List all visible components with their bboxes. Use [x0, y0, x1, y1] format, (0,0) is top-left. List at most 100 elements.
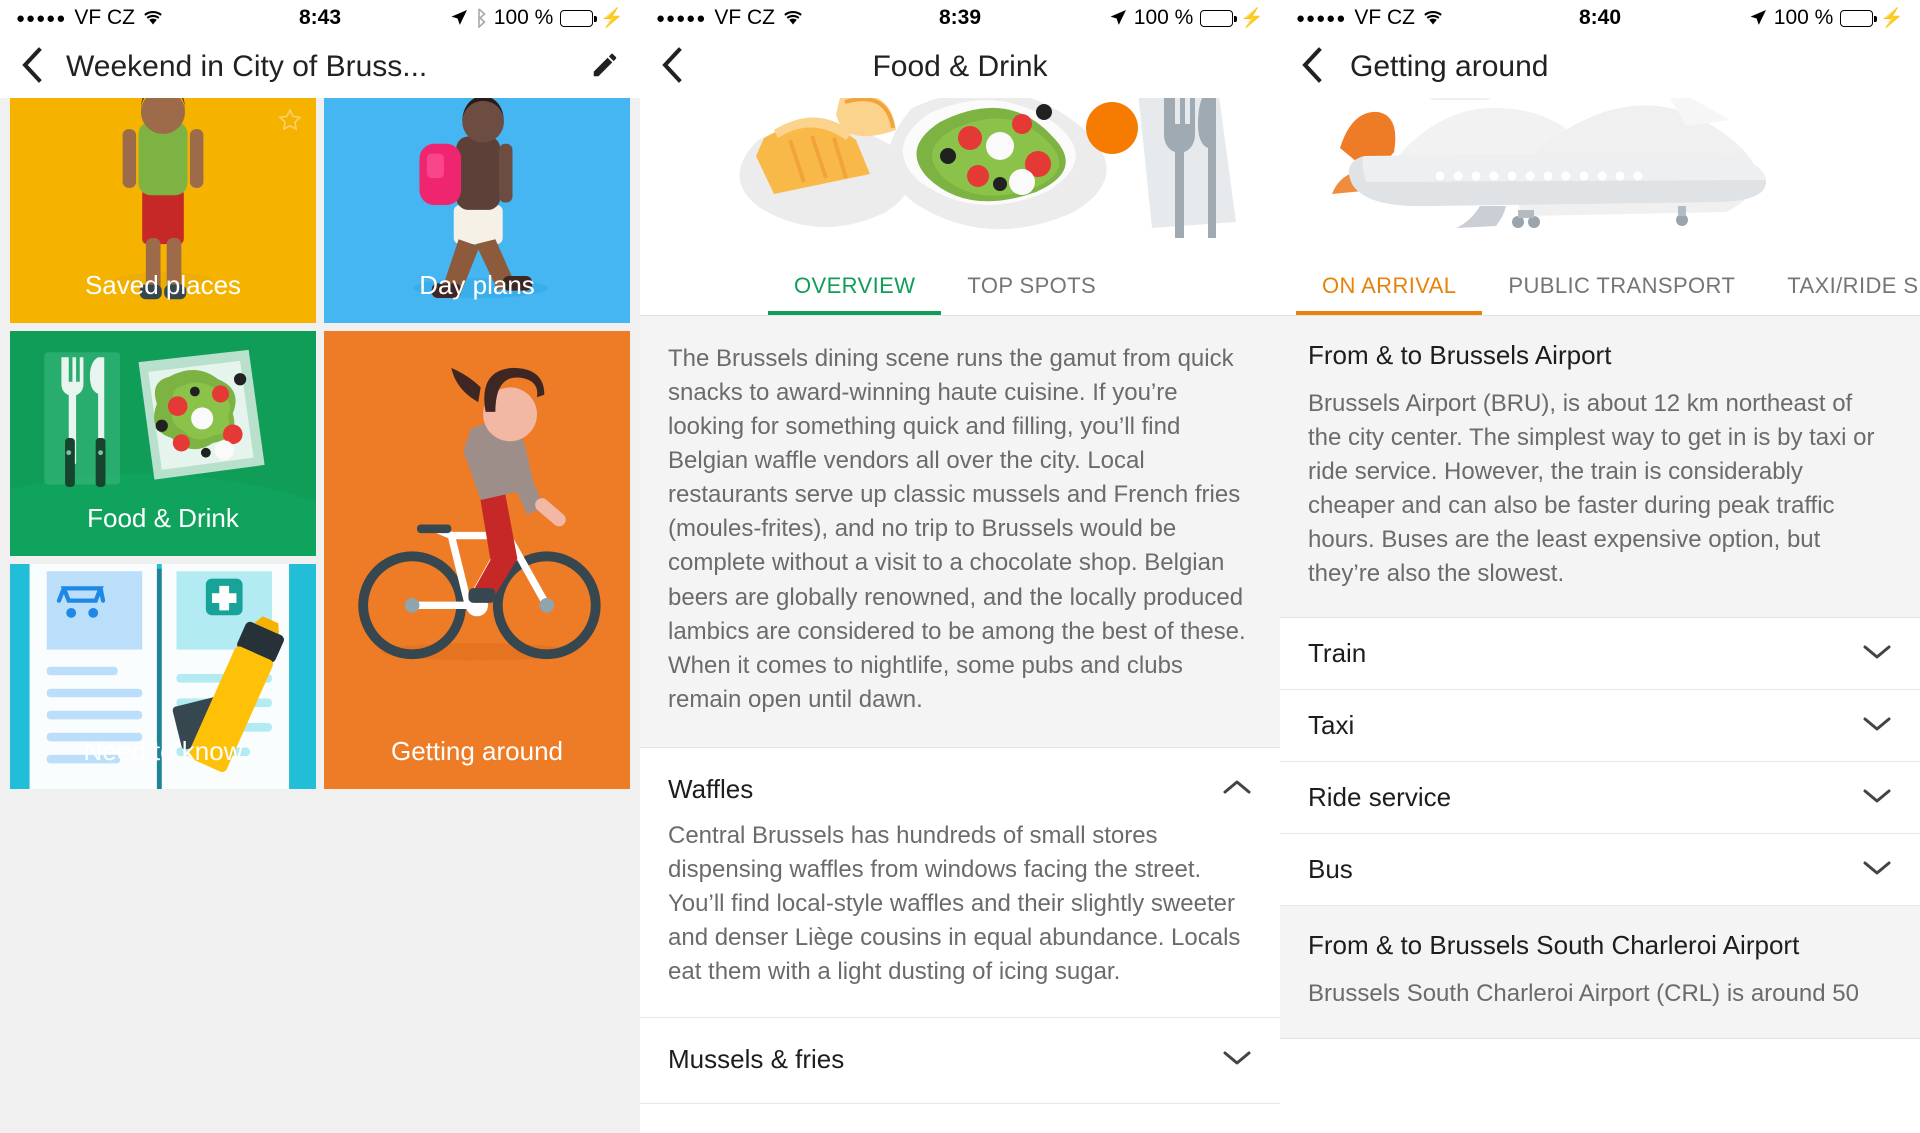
wifi-icon: [1423, 10, 1443, 26]
battery-icon: [560, 9, 597, 27]
tile-label: Saved places: [84, 270, 242, 300]
tab-bar[interactable]: ON ARRIVAL PUBLIC TRANSPORT TAXI/RIDE SE: [1280, 258, 1920, 316]
back-button[interactable]: [1280, 36, 1342, 98]
edit-button[interactable]: [570, 36, 640, 98]
phone-screen-trip-overview: ●●●●● VF CZ 8:43 100 % ⚡ Weekend in City…: [0, 0, 640, 1133]
list-item-label: Train: [1308, 638, 1367, 669]
tab-public-transport[interactable]: PUBLIC TRANSPORT: [1482, 258, 1761, 315]
status-left: ●●●●● VF CZ: [16, 6, 163, 30]
battery-percent-label: 100 %: [1133, 6, 1194, 29]
status-bar: ●●●●● VF CZ 8:39 100 % ⚡: [640, 0, 1280, 36]
chevron-down-icon[interactable]: [1862, 642, 1892, 665]
nav-bar: Weekend in City of Bruss...: [0, 36, 640, 98]
chevron-down-icon[interactable]: [1862, 786, 1892, 809]
lightning-bolt-icon: ⚡: [1240, 7, 1264, 29]
signal-dots-icon: ●●●●●: [656, 9, 707, 27]
tab-on-arrival[interactable]: ON ARRIVAL: [1296, 258, 1483, 315]
section-brussels-airport: From & to Brussels Airport Brussels Airp…: [1280, 316, 1920, 619]
accordion-header[interactable]: Waffles: [668, 774, 1252, 805]
tile-label: Need to know: [83, 736, 243, 766]
list-item-label: Ride service: [1308, 782, 1452, 813]
nav-bar: Food & Drink: [640, 36, 1280, 98]
lightning-bolt-icon: ⚡: [1880, 7, 1904, 29]
tile-saved-places[interactable]: Saved places: [10, 98, 316, 323]
carrier-label: VF CZ: [714, 6, 775, 29]
back-button[interactable]: [0, 36, 62, 98]
section-body: Brussels South Charleroi Airport (CRL) i…: [1308, 980, 1859, 1008]
tab-top-spots[interactable]: TOP SPOTS: [941, 258, 1122, 315]
phone-screen-food-and-drink: ●●●●● VF CZ 8:39 100 % ⚡ Food & Drink OV…: [640, 0, 1280, 1133]
status-right: 100 % ⚡: [450, 6, 624, 30]
section-title: From & to Brussels Airport: [1308, 340, 1612, 370]
tile-label: Food & Drink: [87, 503, 239, 533]
accordion-header[interactable]: Mussels & fries: [668, 1044, 1252, 1075]
category-tile-grid: Saved places Day plans Food & Drink Gett…: [0, 98, 640, 1133]
status-right: 100 % ⚡: [1109, 6, 1264, 30]
battery-percent-label: 100 %: [493, 6, 554, 29]
tile-need-to-know[interactable]: Need to know: [10, 564, 316, 789]
signal-dots-icon: ●●●●●: [16, 9, 67, 27]
person-cycling-art: [324, 331, 630, 789]
tab-overview[interactable]: OVERVIEW: [768, 258, 942, 315]
location-arrow-icon: [1749, 9, 1767, 27]
accordion-item-waffles: Waffles Central Brussels has hundreds of…: [640, 748, 1280, 1019]
food-drink-hero-art: [640, 98, 1280, 258]
tile-getting-around[interactable]: Getting around: [324, 331, 630, 789]
pencil-edit-icon: [590, 50, 620, 85]
status-bar: ●●●●● VF CZ 8:43 100 % ⚡: [0, 0, 640, 36]
phone-screen-getting-around: ●●●●● VF CZ 8:40 100 % ⚡ Getting around …: [1280, 0, 1920, 1133]
wifi-icon: [783, 10, 803, 26]
tile-day-plans[interactable]: Day plans: [324, 98, 630, 323]
status-bar: ●●●●● VF CZ 8:40 100 % ⚡: [1280, 0, 1920, 36]
tile-food-and-drink[interactable]: Food & Drink: [10, 331, 316, 556]
back-chevron-icon: [660, 46, 682, 88]
carrier-label: VF CZ: [74, 6, 135, 29]
list-item-label: Taxi: [1308, 710, 1355, 741]
tile-label: Day plans: [419, 270, 535, 300]
wifi-icon: [143, 10, 163, 26]
status-left: ●●●●● VF CZ: [1296, 6, 1443, 30]
chevron-down-icon[interactable]: [1862, 858, 1892, 881]
section-title: From & to Brussels South Charleroi Airpo…: [1308, 930, 1800, 961]
section-body: Brussels Airport (BRU), is about 12 km n…: [1308, 390, 1875, 588]
bluetooth-icon: [475, 8, 487, 28]
location-arrow-icon: [1109, 9, 1127, 27]
carrier-label: VF CZ: [1354, 6, 1415, 29]
three-screenshot-strip: ●●●●● VF CZ 8:43 100 % ⚡ Weekend in City…: [0, 0, 1920, 1133]
tab-taxi-ride-service[interactable]: TAXI/RIDE SE: [1761, 258, 1920, 315]
accordion-title: Waffles: [668, 773, 754, 804]
page-title: Food & Drink: [872, 50, 1048, 83]
battery-icon: [1200, 9, 1237, 27]
section-charleroi-airport: From & to Brussels South Charleroi Airpo…: [1280, 906, 1920, 1039]
chevron-up-icon[interactable]: [1222, 778, 1252, 801]
back-chevron-icon: [1300, 46, 1322, 88]
chevron-down-icon[interactable]: [1862, 714, 1892, 737]
accordion-item-mussels-and-fries: Mussels & fries: [640, 1018, 1280, 1105]
signal-dots-icon: ●●●●●: [1296, 9, 1347, 27]
content-scroll-area[interactable]: The Brussels dining scene runs the gamut…: [640, 316, 1280, 1133]
nav-bar: Getting around: [1280, 36, 1920, 98]
page-title: Weekend in City of Bruss...: [66, 50, 428, 83]
list-item-bus[interactable]: Bus: [1280, 834, 1920, 907]
status-right: 100 % ⚡: [1749, 6, 1904, 30]
accordion-title: Mussels & fries: [668, 1044, 845, 1075]
tile-label: Getting around: [390, 736, 563, 766]
list-item-label: Bus: [1308, 854, 1353, 885]
status-left: ●●●●● VF CZ: [656, 6, 803, 30]
overview-blurb-text: The Brussels dining scene runs the gamut…: [668, 345, 1246, 713]
lightning-bolt-icon: ⚡: [600, 7, 624, 29]
content-scroll-area[interactable]: From & to Brussels Airport Brussels Airp…: [1280, 316, 1920, 1133]
back-chevron-icon: [20, 46, 42, 88]
list-item-ride-service[interactable]: Ride service: [1280, 762, 1920, 835]
overview-blurb: The Brussels dining scene runs the gamut…: [640, 316, 1280, 748]
chevron-down-icon[interactable]: [1222, 1048, 1252, 1071]
page-title: Getting around: [1350, 50, 1549, 83]
location-arrow-icon: [450, 9, 468, 27]
list-item-train[interactable]: Train: [1280, 618, 1920, 691]
battery-percent-label: 100 %: [1773, 6, 1834, 29]
star-outline-icon[interactable]: [276, 106, 304, 139]
list-item-taxi[interactable]: Taxi: [1280, 690, 1920, 763]
accordion-body: Central Brussels has hundreds of small s…: [668, 821, 1241, 986]
battery-icon: [1840, 9, 1877, 27]
back-button[interactable]: [640, 36, 702, 98]
